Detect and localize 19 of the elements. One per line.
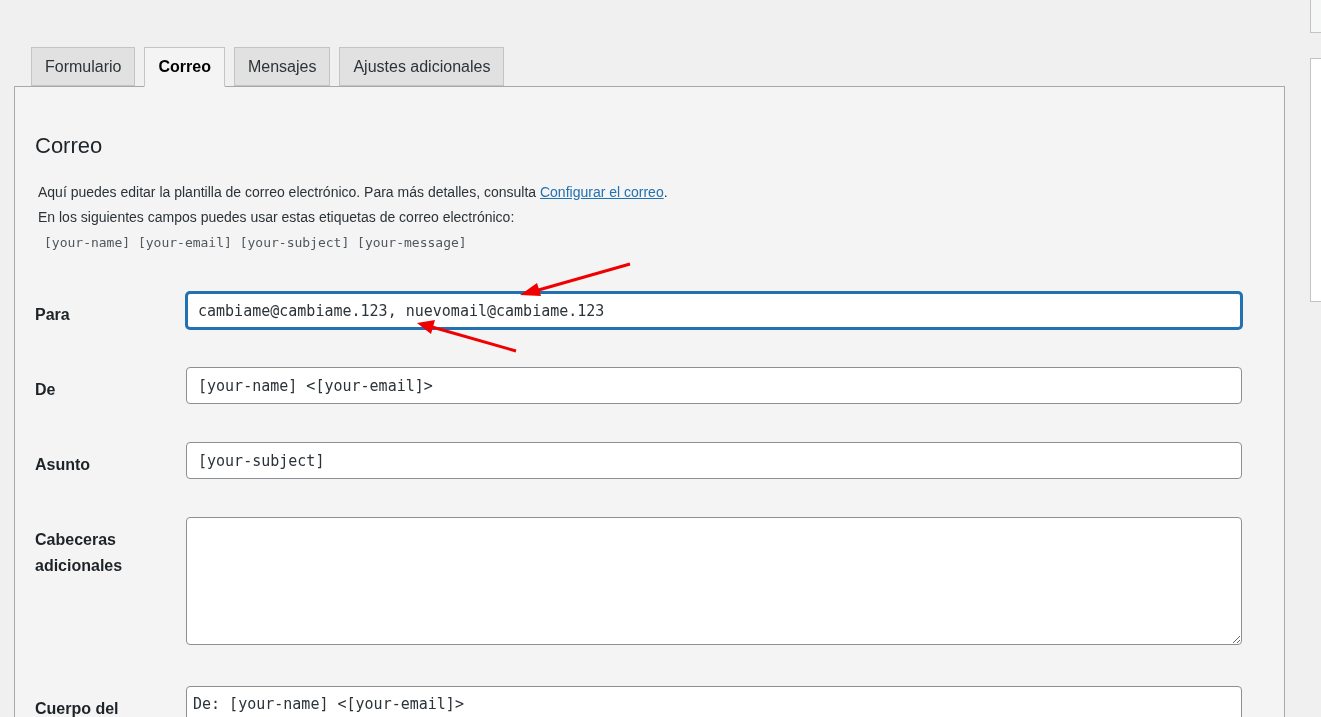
tab[interactable]: Ajustes adicionales [339, 47, 505, 86]
tab[interactable]: Formulario [31, 47, 136, 86]
tab[interactable]: Mensajes [233, 47, 331, 86]
field-label: Para [35, 305, 71, 325]
field-label: De [35, 380, 57, 400]
tags-note: En los siguientes campos puedes usar estas etiquetas de correo electrónico: [38, 208, 516, 227]
text-field[interactable]: [your-subject] [186, 442, 1242, 479]
text-area[interactable] [186, 517, 1242, 645]
section-title: Correo [35, 132, 104, 160]
text-field[interactable]: cambiame@cambiame.123, nuevomail@cambiame.123 [186, 292, 1242, 329]
mail-tags: [your-name] [your-email] [your-subject] [your-message] [38, 230, 1284, 255]
field-label: Cuerpo del [35, 699, 120, 717]
text-area[interactable]: De: [your-name] <[your-email]> [186, 686, 1242, 717]
field-label: Asunto [35, 455, 92, 475]
intro-text: Aquí puedes editar la plantilla de correo electrónico. Para más detalles, consulta Configurar el correo. [38, 183, 669, 202]
text-field[interactable]: [your-name] <[your-email]> [186, 367, 1242, 404]
field-label: Cabeceras adicionales [35, 530, 124, 576]
settings-link[interactable]: Configurar el correo [539, 184, 664, 200]
tab[interactable]: Correo [144, 47, 225, 87]
